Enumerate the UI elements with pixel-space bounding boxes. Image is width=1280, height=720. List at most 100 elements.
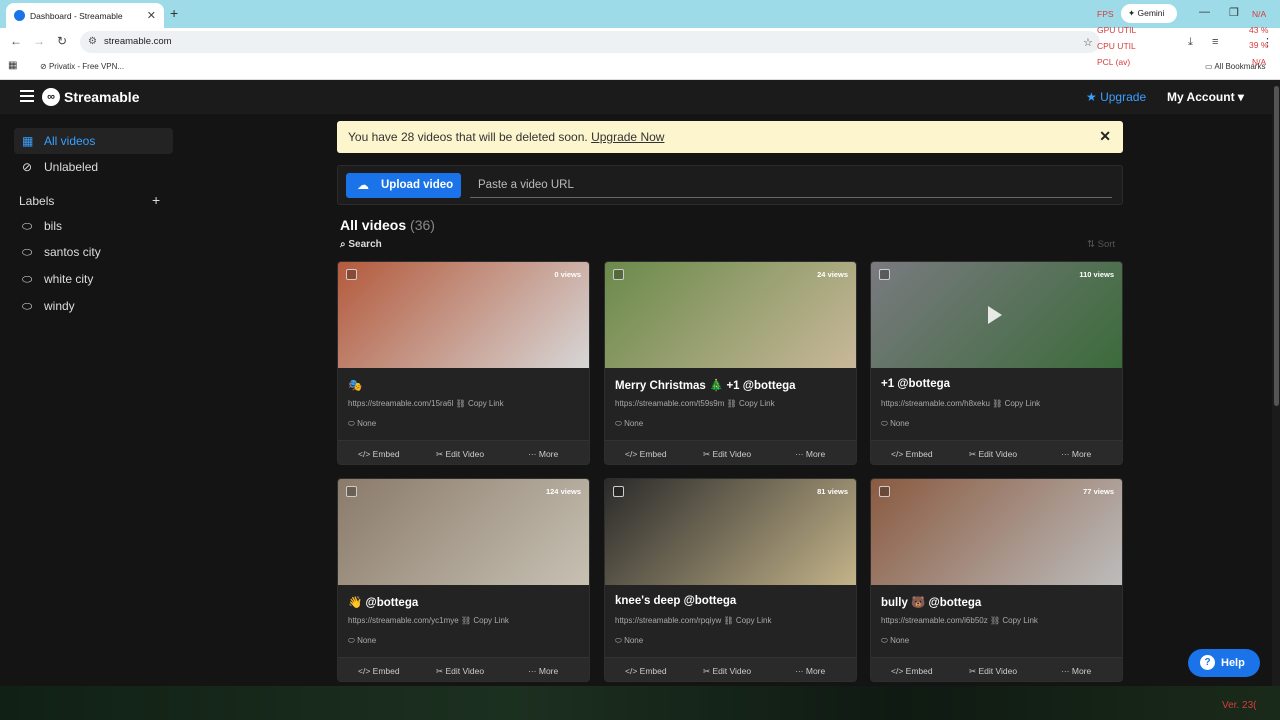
select-checkbox[interactable] xyxy=(346,269,357,280)
video-thumbnail[interactable]: 110 views xyxy=(871,262,1122,368)
video-card[interactable]: 24 views Merry Christmas 🎄 +1 @bottega htt… xyxy=(604,261,857,465)
edit-video-button[interactable]: ✂ Edit Video xyxy=(436,666,484,677)
video-label[interactable]: ⬭ None xyxy=(881,636,909,646)
video-thumbnail[interactable]: 77 views xyxy=(871,479,1122,585)
sidebar-label-bils[interactable]: ⬭ bils xyxy=(14,213,173,239)
edit-video-button[interactable]: ✂ Edit Video xyxy=(969,666,1017,677)
select-checkbox[interactable] xyxy=(613,486,624,497)
reload-icon[interactable]: ↻ xyxy=(57,34,67,48)
embed-button[interactable]: </> Embed xyxy=(625,666,667,676)
video-thumbnail[interactable]: 24 views xyxy=(605,262,856,368)
more-button[interactable]: ··· More xyxy=(795,449,825,459)
back-icon[interactable]: ← xyxy=(10,34,22,48)
new-tab-icon[interactable]: + xyxy=(170,5,178,21)
more-button[interactable]: ··· More xyxy=(1061,666,1091,676)
more-button[interactable]: ··· More xyxy=(528,449,558,459)
bookmark-star-icon[interactable]: ☆ xyxy=(1083,36,1093,49)
video-title[interactable]: Merry Christmas 🎄 +1 @bottega xyxy=(615,378,796,392)
video-card[interactable]: 124 views 👋 @bottega https://streamable.co… xyxy=(337,478,590,682)
media-icon[interactable]: ≡ xyxy=(1212,36,1218,48)
hamburger-menu-icon[interactable] xyxy=(20,90,34,102)
video-thumbnail[interactable]: 124 views xyxy=(338,479,589,585)
play-icon[interactable] xyxy=(988,306,1002,324)
view-count: 124 views xyxy=(545,487,581,496)
site-info-icon[interactable]: ⚙ xyxy=(88,36,97,47)
embed-button[interactable]: </> Embed xyxy=(891,666,933,676)
help-button[interactable]: ? Help xyxy=(1188,649,1260,677)
my-account-menu[interactable]: My Account ▾ xyxy=(1167,90,1244,104)
copy-link-button[interactable]: ⛓ Copy Link xyxy=(727,399,775,408)
select-checkbox[interactable] xyxy=(879,269,890,280)
video-card[interactable]: 0 views 🎭 https://streamable.com/15ra6l ⛓ … xyxy=(337,261,590,465)
video-url-input[interactable]: Paste a video URL xyxy=(470,173,1112,198)
video-title[interactable]: knee's deep @bottega xyxy=(615,595,736,607)
search-button[interactable]: ⌕ Search xyxy=(340,239,382,250)
bookmark-privatix[interactable]: ⊘ Privatix - Free VPN... xyxy=(40,62,124,71)
close-tab-icon[interactable]: ✕ xyxy=(147,9,156,22)
add-label-icon[interactable]: + xyxy=(152,192,160,208)
edit-video-button[interactable]: ✂ Edit Video xyxy=(436,449,484,460)
select-checkbox[interactable] xyxy=(879,486,890,497)
upload-video-button[interactable]: ☁ Upload video xyxy=(346,173,461,198)
tab-title: Dashboard - Streamable xyxy=(30,11,123,21)
embed-button[interactable]: </> Embed xyxy=(625,449,667,459)
video-url[interactable]: https://streamable.com/h8xeku xyxy=(881,399,990,408)
video-url[interactable]: https://streamable.com/yc1mye xyxy=(348,616,459,625)
edit-video-button[interactable]: ✂ Edit Video xyxy=(703,449,751,460)
video-title[interactable]: +1 @bottega xyxy=(881,378,950,390)
video-thumbnail[interactable]: 0 views xyxy=(338,262,589,368)
video-title[interactable]: 👋 @bottega xyxy=(348,595,418,609)
gemini-button[interactable]: ✦ Gemini xyxy=(1121,4,1177,23)
select-checkbox[interactable] xyxy=(346,486,357,497)
video-label[interactable]: ⬭ None xyxy=(615,636,643,646)
video-label[interactable]: ⬭ None xyxy=(881,419,909,429)
copy-link-button[interactable]: ⛓ Copy Link xyxy=(724,616,772,625)
video-card[interactable]: 110 views +1 @bottega https://streamable.c… xyxy=(870,261,1123,465)
video-url[interactable]: https://streamable.com/15ra6l xyxy=(348,399,453,408)
video-label[interactable]: ⬭ None xyxy=(348,419,376,429)
apps-grid-icon[interactable]: ▦ xyxy=(8,60,17,71)
video-url[interactable]: https://streamable.com/i6b50z xyxy=(881,616,988,625)
address-bar[interactable]: ⚙ streamable.com xyxy=(80,31,1100,53)
video-thumbnail[interactable]: 81 views xyxy=(605,479,856,585)
download-icon[interactable]: ⤓ xyxy=(1188,36,1193,49)
video-label[interactable]: ⬭ None xyxy=(615,419,643,429)
upgrade-link[interactable]: ★ Upgrade xyxy=(1086,90,1146,104)
sidebar-item-label: Unlabeled xyxy=(44,160,99,174)
streamable-logo-icon[interactable]: ∞ xyxy=(42,88,60,106)
copy-link-button[interactable]: ⛓ Copy Link xyxy=(990,616,1038,625)
logo-text[interactable]: Streamable xyxy=(64,89,139,105)
upgrade-now-link[interactable]: Upgrade Now xyxy=(591,130,664,144)
copy-link-button[interactable]: ⛓ Copy Link xyxy=(992,399,1040,408)
embed-button[interactable]: </> Embed xyxy=(358,666,400,676)
video-card[interactable]: 77 views bully 🐻 @bottega https://streamab… xyxy=(870,478,1123,682)
minimize-icon[interactable]: — xyxy=(1199,6,1210,18)
sidebar-label-windy[interactable]: ⬭ windy xyxy=(14,293,173,319)
video-label[interactable]: ⬭ None xyxy=(348,636,376,646)
sidebar-item-all-videos[interactable]: ▦ All videos xyxy=(14,128,173,154)
scrollbar-thumb[interactable] xyxy=(1274,86,1279,406)
copy-link-button[interactable]: ⛓ Copy Link xyxy=(461,616,509,625)
video-url[interactable]: https://streamable.com/t59s9m xyxy=(615,399,724,408)
more-button[interactable]: ··· More xyxy=(1061,449,1091,459)
edit-video-button[interactable]: ✂ Edit Video xyxy=(703,666,751,677)
more-button[interactable]: ··· More xyxy=(528,666,558,676)
embed-button[interactable]: </> Embed xyxy=(358,449,400,459)
video-card[interactable]: 81 views knee's deep @bottega https://stre… xyxy=(604,478,857,682)
forward-icon[interactable]: → xyxy=(33,34,45,48)
embed-button[interactable]: </> Embed xyxy=(891,449,933,459)
video-title[interactable]: bully 🐻 @bottega xyxy=(881,595,981,609)
maximize-icon[interactable]: ❐ xyxy=(1229,6,1239,19)
sidebar-label-santos-city[interactable]: ⬭ santos city xyxy=(14,239,173,265)
more-button[interactable]: ··· More xyxy=(795,666,825,676)
close-banner-icon[interactable]: ✕ xyxy=(1099,128,1111,145)
sidebar-item-unlabeled[interactable]: ⊘ Unlabeled xyxy=(14,154,173,180)
sidebar-label-white-city[interactable]: ⬭ white city xyxy=(14,266,173,292)
select-checkbox[interactable] xyxy=(613,269,624,280)
edit-video-button[interactable]: ✂ Edit Video xyxy=(969,449,1017,460)
sort-button[interactable]: ⇅ Sort xyxy=(1087,239,1115,250)
video-url[interactable]: https://streamable.com/rpqiyw xyxy=(615,616,721,625)
browser-tab[interactable]: Dashboard - Streamable ✕ xyxy=(6,3,164,28)
copy-link-button[interactable]: ⛓ Copy Link xyxy=(456,399,504,408)
video-title[interactable]: 🎭 xyxy=(348,378,362,392)
